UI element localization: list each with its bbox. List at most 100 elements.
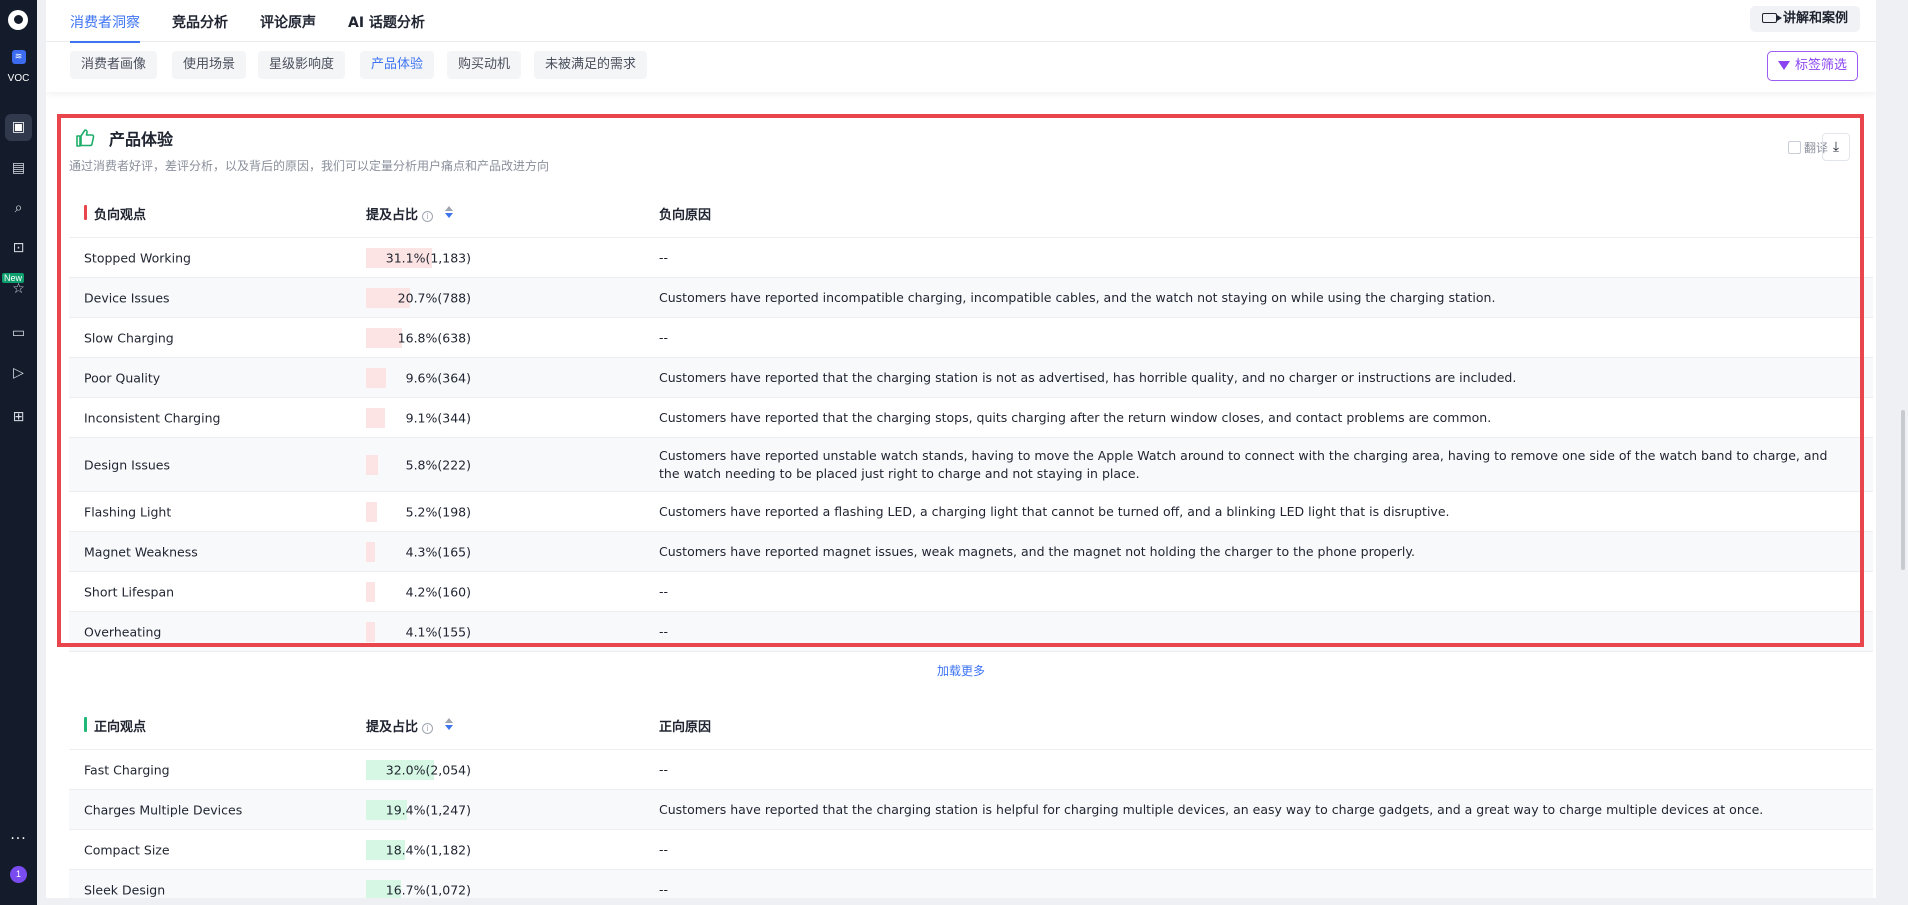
section-description: 通过消费者好评，差评分析，以及背后的原因，我们可以定量分析用户痛点和产品改进方向 <box>69 159 550 173</box>
table-row: Inconsistent Charging 9.1%(344) Customers … <box>69 398 1873 438</box>
header-opinion: 正向观点 <box>84 716 146 735</box>
reason-text: -- <box>659 329 669 345</box>
ratio-value: 5.8%(222) <box>405 457 471 472</box>
header-ratio: 提及占比 i <box>366 716 454 735</box>
main-panel: 消费者洞察 竞品分析 评论原声 AI 话题分析 讲解和案例 消费者画像 使用场景… <box>46 0 1876 898</box>
reason-text: -- <box>659 249 669 265</box>
apps-icon[interactable]: ⊞ <box>5 404 32 431</box>
section-title: 产品体验 <box>109 130 174 149</box>
ratio-value: 18.4%(1,182) <box>385 842 471 857</box>
sidebar: ≋ VOC ▣ ▤ ⌕ ⊡ New ☆ ▭ ▷ ⊞ ··· 1 <box>0 0 37 905</box>
ratio-value: 4.2%(160) <box>405 584 471 599</box>
voc-label: VOC <box>7 73 30 84</box>
ratio-value: 4.3%(165) <box>405 544 471 559</box>
opinion-name: Poor Quality <box>84 370 161 385</box>
reason-text: -- <box>659 881 669 897</box>
subtab-usage-scenario[interactable]: 使用场景 <box>172 51 247 79</box>
more-icon[interactable]: ··· <box>0 831 37 847</box>
chat-icon[interactable]: ▣ <box>5 114 32 141</box>
ratio-value: 16.7%(1,072) <box>385 882 471 897</box>
reason-text: -- <box>659 761 669 777</box>
table-row: Stopped Working 31.1%(1,183) -- <box>69 238 1873 278</box>
table-row: Poor Quality 9.6%(364) Customers have repo… <box>69 358 1873 398</box>
reason-text: -- <box>659 583 669 599</box>
thumbs-up-icon <box>75 128 95 147</box>
load-more-link[interactable]: 加载更多 <box>46 662 1876 679</box>
sort-icon[interactable] <box>445 206 454 218</box>
table-row: Short Lifespan 4.2%(160) -- <box>69 572 1873 612</box>
sort-icon[interactable] <box>445 718 454 730</box>
header-ratio-label: 提及占比 <box>366 720 419 735</box>
subtab-product-experience[interactable]: 产品体验 <box>360 51 435 79</box>
tab-review-voice[interactable]: 评论原声 <box>260 12 316 32</box>
tag-filter-button[interactable]: 标签筛选 <box>1766 51 1858 81</box>
download-button[interactable]: ⤓ <box>1822 133 1850 161</box>
explain-button-label: 讲解和案例 <box>1782 11 1848 26</box>
scrollbar[interactable] <box>1901 410 1905 570</box>
table-row: Fast Charging 32.0%(2,054) -- <box>69 750 1873 790</box>
opinion-name: Stopped Working <box>84 250 191 265</box>
info-icon[interactable]: i <box>422 211 434 222</box>
voice-wave-icon: ≋ <box>11 50 26 64</box>
search-icon[interactable]: ⌕ <box>5 195 32 222</box>
table-row: Design Issues 5.8%(222) Customers have rep… <box>69 438 1873 492</box>
reason-text: -- <box>659 623 669 639</box>
table-row: Sleek Design 16.7%(1,072) -- <box>69 870 1873 898</box>
subtab-consumer-profile[interactable]: 消费者画像 <box>70 51 158 79</box>
subtab-unmet-needs[interactable]: 未被满足的需求 <box>534 51 648 79</box>
ratio-value: 16.8%(638) <box>397 330 471 345</box>
top-nav: 消费者洞察 竞品分析 评论原声 AI 话题分析 讲解和案例 <box>46 0 1876 43</box>
reason-text: Customers have reported a flashing LED, … <box>659 503 1450 519</box>
voc-app[interactable]: ≋ VOC <box>0 50 37 85</box>
table-header: 正向观点 提及占比 i 正向原因 <box>69 700 1873 750</box>
ratio-value: 20.7%(788) <box>397 290 471 305</box>
reason-text: Customers have reported that the chargin… <box>659 801 1764 817</box>
header-reason: 负向原因 <box>659 208 712 223</box>
reason-text: Customers have reported magnet issues, w… <box>659 543 1415 559</box>
info-icon[interactable]: i <box>422 723 434 734</box>
reason-text: Customers have reported that the chargin… <box>659 369 1517 385</box>
reason-text: Customers have reported unstable watch s… <box>659 447 1828 481</box>
table-row: Magnet Weakness 4.3%(165) Customers have r… <box>69 532 1873 572</box>
tag-filter-label: 标签筛选 <box>1794 58 1847 73</box>
ratio-value: 32.0%(2,054) <box>385 762 471 777</box>
ratio-value: 9.1%(344) <box>405 410 471 425</box>
ratio-value: 19.4%(1,247) <box>385 802 471 817</box>
ratio-value: 31.1%(1,183) <box>385 250 471 265</box>
opinion-name: Compact Size <box>84 842 170 857</box>
message-icon[interactable]: ▭ <box>5 320 32 347</box>
reason-text: Customers have reported incompatible cha… <box>659 289 1496 305</box>
insight-icon[interactable]: ⊡ <box>5 235 32 262</box>
avatar[interactable]: 1 <box>10 866 27 883</box>
video-camera-icon <box>1761 13 1782 23</box>
table-header: 负向观点 提及占比 i 负向原因 <box>69 188 1873 238</box>
translate-checkbox[interactable] <box>1788 141 1801 154</box>
opinion-name: Slow Charging <box>84 330 174 345</box>
ratio-value: 9.6%(364) <box>405 370 471 385</box>
opinion-name: Charges Multiple Devices <box>84 802 243 817</box>
star-icon[interactable]: ☆ <box>5 276 32 303</box>
tab-competitor-analysis[interactable]: 竞品分析 <box>172 12 228 32</box>
download-icon: ⤓ <box>1832 139 1840 155</box>
funnel-icon <box>1777 61 1790 70</box>
opinion-name: Short Lifespan <box>84 584 175 599</box>
video-icon[interactable]: ▷ <box>5 360 32 387</box>
opinion-name: Design Issues <box>84 457 170 472</box>
opinion-name: Magnet Weakness <box>84 544 198 559</box>
subtab-star-impact[interactable]: 星级影响度 <box>258 51 346 79</box>
sub-tabs: 消费者画像 使用场景 星级影响度 产品体验 购买动机 未被满足的需求 标签筛选 <box>46 42 1876 92</box>
app-logo[interactable] <box>8 10 28 30</box>
tab-ai-topic[interactable]: AI 话题分析 <box>348 12 425 32</box>
reason-text: -- <box>659 841 669 857</box>
subtab-purchase-motive[interactable]: 购买动机 <box>447 51 522 79</box>
tab-consumer-insight[interactable]: 消费者洞察 <box>70 12 140 43</box>
opinion-name: Inconsistent Charging <box>84 410 221 425</box>
explain-button[interactable]: 讲解和案例 <box>1749 6 1860 32</box>
table-row: Charges Multiple Devices 19.4%(1,247) Cust… <box>69 790 1873 830</box>
ratio-value: 4.1%(155) <box>405 624 471 639</box>
opinion-name: Sleek Design <box>84 882 166 897</box>
table-row: Device Issues 20.7%(788) Customers have re… <box>69 278 1873 318</box>
header-ratio: 提及占比 i <box>366 204 454 223</box>
table-row: Compact Size 18.4%(1,182) -- <box>69 830 1873 870</box>
document-icon[interactable]: ▤ <box>5 155 32 182</box>
